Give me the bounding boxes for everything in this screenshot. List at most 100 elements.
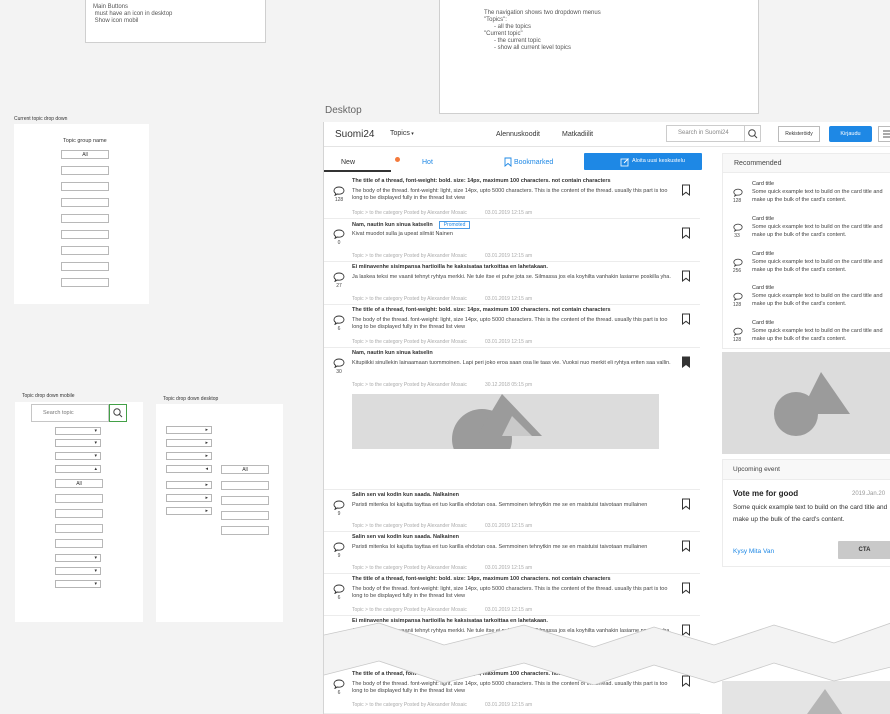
mobile-dropdown-select[interactable]: ▾ <box>55 439 101 447</box>
bookmark-icon[interactable] <box>681 227 691 239</box>
thread-title[interactable]: Salin sen vai kodin kun saada. Nalkainen <box>352 492 459 498</box>
bookmark-icon[interactable] <box>681 540 691 552</box>
caret-down-icon: ▾ <box>94 428 97 434</box>
promoted-badge: Promoted <box>438 221 471 229</box>
tab-bookmarked-label: Bookmarked <box>513 158 554 166</box>
thread-item[interactable]: The title of a thread, font-weight: bold… <box>324 176 700 219</box>
mobile-dropdown-select[interactable]: ▾ <box>55 567 101 575</box>
thread-meta-text: Topic > to the category Posted by Alexan… <box>352 339 467 345</box>
bookmark-icon[interactable] <box>681 313 691 325</box>
recommended-item[interactable]: 128 Card title Some quick example text t… <box>723 285 890 318</box>
bookmark-filled-icon[interactable] <box>681 356 691 368</box>
mobile-dropdown-select[interactable]: ▾ <box>55 427 101 435</box>
desktop-topic-item[interactable] <box>221 496 269 505</box>
thread-title[interactable]: Nam, nautin kun sinua katselin Promoted <box>352 221 471 229</box>
comment-count: 9 <box>337 553 341 559</box>
thread-item[interactable]: Salin sen vai kodin kun saada. Nalkainen… <box>324 490 700 532</box>
thread-title[interactable]: Nam, nautin kun sinua katselin <box>352 350 433 356</box>
nav-link-matkadiilit[interactable]: Matkadiilit <box>562 131 593 138</box>
mobile-topic-item-all[interactable]: All <box>55 479 103 488</box>
mobile-search-input[interactable]: Search topic <box>31 404 109 422</box>
topic-group-name-label: Topic group name <box>63 138 107 144</box>
topic-item[interactable] <box>61 166 109 175</box>
topic-item-all[interactable]: All <box>61 150 109 159</box>
thread-item[interactable]: Nam, nautin kun sinua katselin Promoted K… <box>324 219 700 262</box>
bookmark-icon[interactable] <box>681 582 691 594</box>
tab-new[interactable]: New <box>341 159 355 166</box>
topic-item[interactable] <box>61 278 109 287</box>
bookmark-icon[interactable] <box>681 498 691 510</box>
topic-item[interactable] <box>61 182 109 191</box>
desktop-topic-item[interactable] <box>221 526 269 535</box>
caret-down-icon: ▾ <box>94 453 97 459</box>
recommended-item[interactable]: 33 Card title Some quick example text to… <box>723 216 890 249</box>
card-description: Some quick example text to build on the … <box>752 189 883 203</box>
topic-item[interactable] <box>61 230 109 239</box>
mobile-dropdown-select[interactable]: ▾ <box>55 452 101 460</box>
desktop-dropdown-select[interactable]: ▸ <box>166 452 212 460</box>
thread-item[interactable]: Nam, nautin kun sinua katselin Kitupiikk… <box>324 348 700 490</box>
thread-title[interactable]: The title of a thread, font-weight: bold… <box>352 178 611 184</box>
mobile-dropdown-select-open[interactable]: ▴ <box>55 465 101 473</box>
topic-item[interactable] <box>61 198 109 207</box>
mobile-search-button[interactable] <box>109 404 127 422</box>
topic-item[interactable] <box>61 262 109 271</box>
mobile-topic-item[interactable] <box>55 494 103 503</box>
desktop-topic-item[interactable] <box>221 511 269 520</box>
desktop-topic-item[interactable] <box>221 481 269 490</box>
thread-title[interactable]: Ei miinavenhe sisimpansa hartioilla he k… <box>352 264 548 270</box>
topic-item[interactable] <box>61 246 109 255</box>
recommended-item[interactable]: 128 Card title Some quick example text t… <box>723 181 890 214</box>
card-description: Some quick example text to build on the … <box>752 293 883 307</box>
new-thread-button[interactable]: Aloita uusi keskustelu <box>584 153 702 170</box>
comment-count: 33 <box>734 233 740 239</box>
thread-title[interactable]: The title of a thread, font-weight: bold… <box>352 576 611 582</box>
desktop-dropdown-select[interactable]: ▸ <box>166 439 212 447</box>
thread-meta-text: Topic > to the category Posted by Alexan… <box>352 702 467 708</box>
thread-meta-text: Topic > to the category Posted by Alexan… <box>352 607 467 613</box>
site-logo[interactable]: Suomi24 <box>335 129 374 140</box>
nav-link-alennuskoodit[interactable]: Alennuskoodit <box>496 131 540 138</box>
thread-title[interactable]: The title of a thread, font-weight: bold… <box>352 307 611 313</box>
desktop-dropdown-select[interactable]: ▸ <box>166 494 212 502</box>
desktop-dropdown-select-open[interactable]: ◂ <box>166 465 212 473</box>
mobile-dropdown-select[interactable]: ▾ <box>55 554 101 562</box>
login-button[interactable]: Kirjaudu <box>829 126 872 142</box>
desktop-dropdown-select[interactable]: ▸ <box>166 426 212 434</box>
thread-meta-text: Topic > to the category Posted by Alexan… <box>352 210 467 216</box>
tab-bookmarked[interactable]: Bookmarked <box>504 157 553 167</box>
search-button[interactable] <box>744 125 761 142</box>
thread-item[interactable]: Ei miinavenhe sisimpansa hartioilla he k… <box>324 262 700 305</box>
topic-item[interactable] <box>61 214 109 223</box>
desktop-topic-item-all[interactable]: All <box>221 465 269 474</box>
register-button[interactable]: Rekisteröidy <box>778 126 820 142</box>
thread-meta: Topic > to the category Posted by Alexan… <box>352 253 532 259</box>
search-icon <box>113 408 123 418</box>
topics-dropdown[interactable]: Topics ▾ <box>390 130 414 137</box>
bookmark-icon[interactable] <box>681 184 691 196</box>
thread-item[interactable]: Salin sen vai kodin kun saada. Nalkainen… <box>324 532 700 574</box>
mobile-topic-item[interactable] <box>55 539 103 548</box>
thread-meta: Topic > to the category Posted by Alexan… <box>352 702 532 708</box>
menu-button[interactable] <box>878 126 890 142</box>
thread-item[interactable]: The title of a thread, font-weight: bold… <box>324 305 700 348</box>
mobile-dropdown-label: Topic drop down mobile <box>22 393 75 399</box>
mobile-topic-item[interactable] <box>55 524 103 533</box>
recommended-item[interactable]: 256 Card title Some quick example text t… <box>723 251 890 284</box>
desktop-dropdown-select[interactable]: ▸ <box>166 507 212 515</box>
cta-button[interactable]: CTA <box>838 541 890 559</box>
current-topic-label: Current topic drop down <box>14 116 68 122</box>
mobile-topic-item[interactable] <box>55 509 103 518</box>
caret-down-icon: ▾ <box>94 555 97 561</box>
comment-icon <box>333 315 345 325</box>
recommended-item[interactable]: 128 Card title Some quick example text t… <box>723 320 890 353</box>
event-link[interactable]: Kysy Mita Van <box>733 548 774 555</box>
thread-date: 03.01.2019 12:15 am <box>484 565 533 571</box>
bookmark-icon[interactable] <box>681 270 691 282</box>
desktop-dropdown-select[interactable]: ▸ <box>166 481 212 489</box>
thread-item[interactable]: The title of a thread, font-weight: bold… <box>324 574 700 616</box>
tab-hot[interactable]: Hot <box>422 159 433 166</box>
mobile-dropdown-select[interactable]: ▾ <box>55 580 101 588</box>
thread-title[interactable]: Salin sen vai kodin kun saada. Nalkainen <box>352 534 459 540</box>
thread-body: Paristi mitenka loi kajutta tayttaa eri … <box>352 502 648 508</box>
